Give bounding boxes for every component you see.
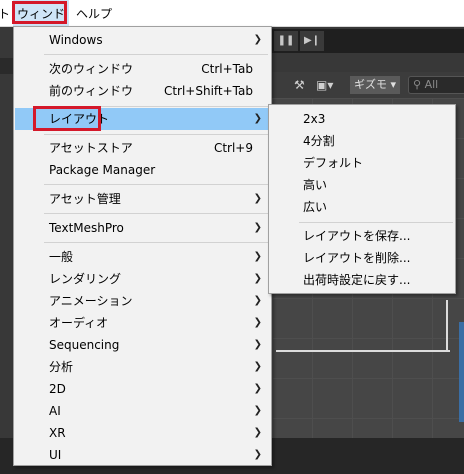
chevron-right-icon: ❯ — [253, 222, 262, 233]
submenu-item-label: 高い — [303, 178, 328, 192]
submenu-item-label: 広い — [303, 200, 328, 214]
chevron-right-icon: ❯ — [253, 427, 262, 438]
menu-item-label: 2D — [49, 382, 66, 396]
chevron-right-icon: ❯ — [253, 193, 262, 204]
menubar-item-help[interactable]: ヘルプ — [76, 0, 112, 26]
tools-icon[interactable]: ⚒ — [294, 76, 305, 94]
chevron-right-icon: ❯ — [253, 405, 262, 416]
menu-separator — [44, 242, 268, 243]
menu-separator — [44, 54, 268, 55]
submenu-item-tall[interactable]: 高い — [270, 174, 454, 196]
gizmo-label: ギズモ — [354, 78, 387, 91]
chevron-right-icon: ❯ — [253, 361, 262, 372]
menu-item-next-window[interactable]: 次のウィンドウ Ctrl+Tab — [15, 58, 270, 80]
scene-search-input[interactable]: ⚲ All — [408, 76, 464, 94]
submenu-item-save-layout[interactable]: レイアウトを保存... — [270, 225, 454, 247]
layout-submenu: 2x3 4分割 デフォルト 高い 広い レイアウトを保存... レイアウトを削除… — [268, 104, 456, 294]
menu-item-shortcut: Ctrl+Shift+Tab — [163, 84, 253, 98]
menubar-item-partial[interactable]: ト — [0, 0, 10, 26]
pause-icon[interactable]: ❚❚ — [274, 31, 298, 51]
menu-item-label: Package Manager — [49, 163, 156, 177]
menu-separator — [44, 134, 268, 135]
menu-item-label: アセットストア — [49, 141, 133, 155]
chevron-right-icon: ❯ — [253, 449, 262, 460]
menu-item-label: Windows — [49, 33, 103, 47]
menu-item-label: アニメーション — [49, 294, 133, 308]
submenu-item-label: レイアウトを削除... — [303, 251, 411, 265]
menu-item-label: レンダリング — [49, 272, 122, 286]
menu-item-label: Sequencing — [49, 338, 120, 352]
submenu-item-2x3[interactable]: 2x3 — [270, 108, 454, 130]
chevron-right-icon: ❯ — [253, 273, 262, 284]
submenu-item-wide[interactable]: 広い — [270, 196, 454, 218]
menu-item-xr[interactable]: XR ❯ — [15, 422, 270, 444]
chevron-right-icon: ❯ — [253, 317, 262, 328]
menu-item-sequencing[interactable]: Sequencing ❯ — [15, 334, 270, 356]
submenu-item-label: デフォルト — [303, 156, 364, 170]
chevron-right-icon: ❯ — [253, 113, 262, 124]
camera-icon[interactable]: ▣▾ — [316, 76, 333, 94]
submenu-item-label: 4分割 — [303, 134, 335, 148]
menu-item-shortcut: Ctrl+9 — [213, 141, 253, 155]
chevron-right-icon: ❯ — [253, 251, 262, 262]
menu-item-label: アセット管理 — [49, 192, 121, 206]
menu-item-label: 分析 — [49, 360, 74, 374]
menu-item-animation[interactable]: アニメーション ❯ — [15, 290, 270, 312]
menu-item-windows[interactable]: Windows ❯ — [15, 29, 270, 51]
menu-item-analysis[interactable]: 分析 ❯ — [15, 356, 270, 378]
chevron-down-icon: ▾ — [390, 78, 397, 91]
gizmo-button[interactable]: ギズモ ▾ — [350, 76, 401, 94]
menu-item-label: 一般 — [49, 250, 74, 264]
chevron-right-icon: ❯ — [253, 383, 262, 394]
step-icon[interactable]: ▶❙ — [300, 31, 324, 51]
menubar-item-window[interactable]: ウィンドウ — [12, 0, 69, 49]
window-menu: Windows ❯ 次のウィンドウ Ctrl+Tab 前のウィンドウ Ctrl+… — [13, 26, 272, 466]
menu-item-label: TextMeshPro — [49, 221, 124, 235]
menu-item-label: 次のウィンドウ — [49, 62, 134, 76]
menu-item-general[interactable]: 一般 ❯ — [15, 246, 270, 268]
menu-separator — [44, 184, 268, 185]
submenu-item-label: 2x3 — [303, 112, 326, 126]
menu-separator — [299, 222, 453, 223]
menu-item-label: オーディオ — [49, 316, 109, 330]
submenu-item-default[interactable]: デフォルト — [270, 152, 454, 174]
menu-item-label: AI — [49, 404, 61, 418]
chevron-right-icon: ❯ — [253, 34, 262, 45]
menu-separator — [44, 213, 268, 214]
chevron-right-icon: ❯ — [253, 295, 262, 306]
menu-item-package-manager[interactable]: Package Manager — [15, 159, 270, 181]
submenu-item-label: 出荷時設定に戻す... — [303, 273, 411, 287]
play-toolbar: ❚❚ ▶❙ — [270, 29, 464, 53]
search-icon: ⚲ — [413, 78, 422, 91]
menu-item-label: UI — [49, 448, 62, 462]
menu-item-audio[interactable]: オーディオ ❯ — [15, 312, 270, 334]
menubar: ト ウィンドウ ヘルプ — [0, 0, 464, 49]
menu-item-textmeshpro[interactable]: TextMeshPro ❯ — [15, 217, 270, 239]
menu-item-rendering[interactable]: レンダリング ❯ — [15, 268, 270, 290]
menu-item-2d[interactable]: 2D ❯ — [15, 378, 270, 400]
callout-highlight-box — [33, 106, 101, 131]
menu-item-previous-window[interactable]: 前のウィンドウ Ctrl+Shift+Tab — [15, 80, 270, 102]
submenu-item-label: レイアウトを保存... — [303, 229, 411, 243]
menu-item-shortcut: Ctrl+Tab — [201, 62, 253, 76]
menu-item-label: XR — [49, 426, 66, 440]
scene-gizmo-line — [276, 350, 450, 352]
editor-tab-fragment — [0, 58, 14, 74]
chevron-right-icon: ❯ — [253, 339, 262, 350]
menu-item-ui[interactable]: UI ❯ — [15, 444, 270, 466]
submenu-item-revert-factory[interactable]: 出荷時設定に戻す... — [270, 269, 454, 291]
scene-gizmo-line-vertical — [446, 300, 448, 352]
menu-item-ai[interactable]: AI ❯ — [15, 400, 270, 422]
menu-item-asset-management[interactable]: アセット管理 ❯ — [15, 188, 270, 210]
search-placeholder: All — [424, 78, 439, 91]
callout-highlight-box — [12, 1, 67, 24]
menu-item-asset-store[interactable]: アセットストア Ctrl+9 — [15, 137, 270, 159]
submenu-item-4split[interactable]: 4分割 — [270, 130, 454, 152]
submenu-item-delete-layout[interactable]: レイアウトを削除... — [270, 247, 454, 269]
menu-item-label: 前のウィンドウ — [49, 84, 134, 98]
scene-object-edge — [459, 322, 464, 422]
